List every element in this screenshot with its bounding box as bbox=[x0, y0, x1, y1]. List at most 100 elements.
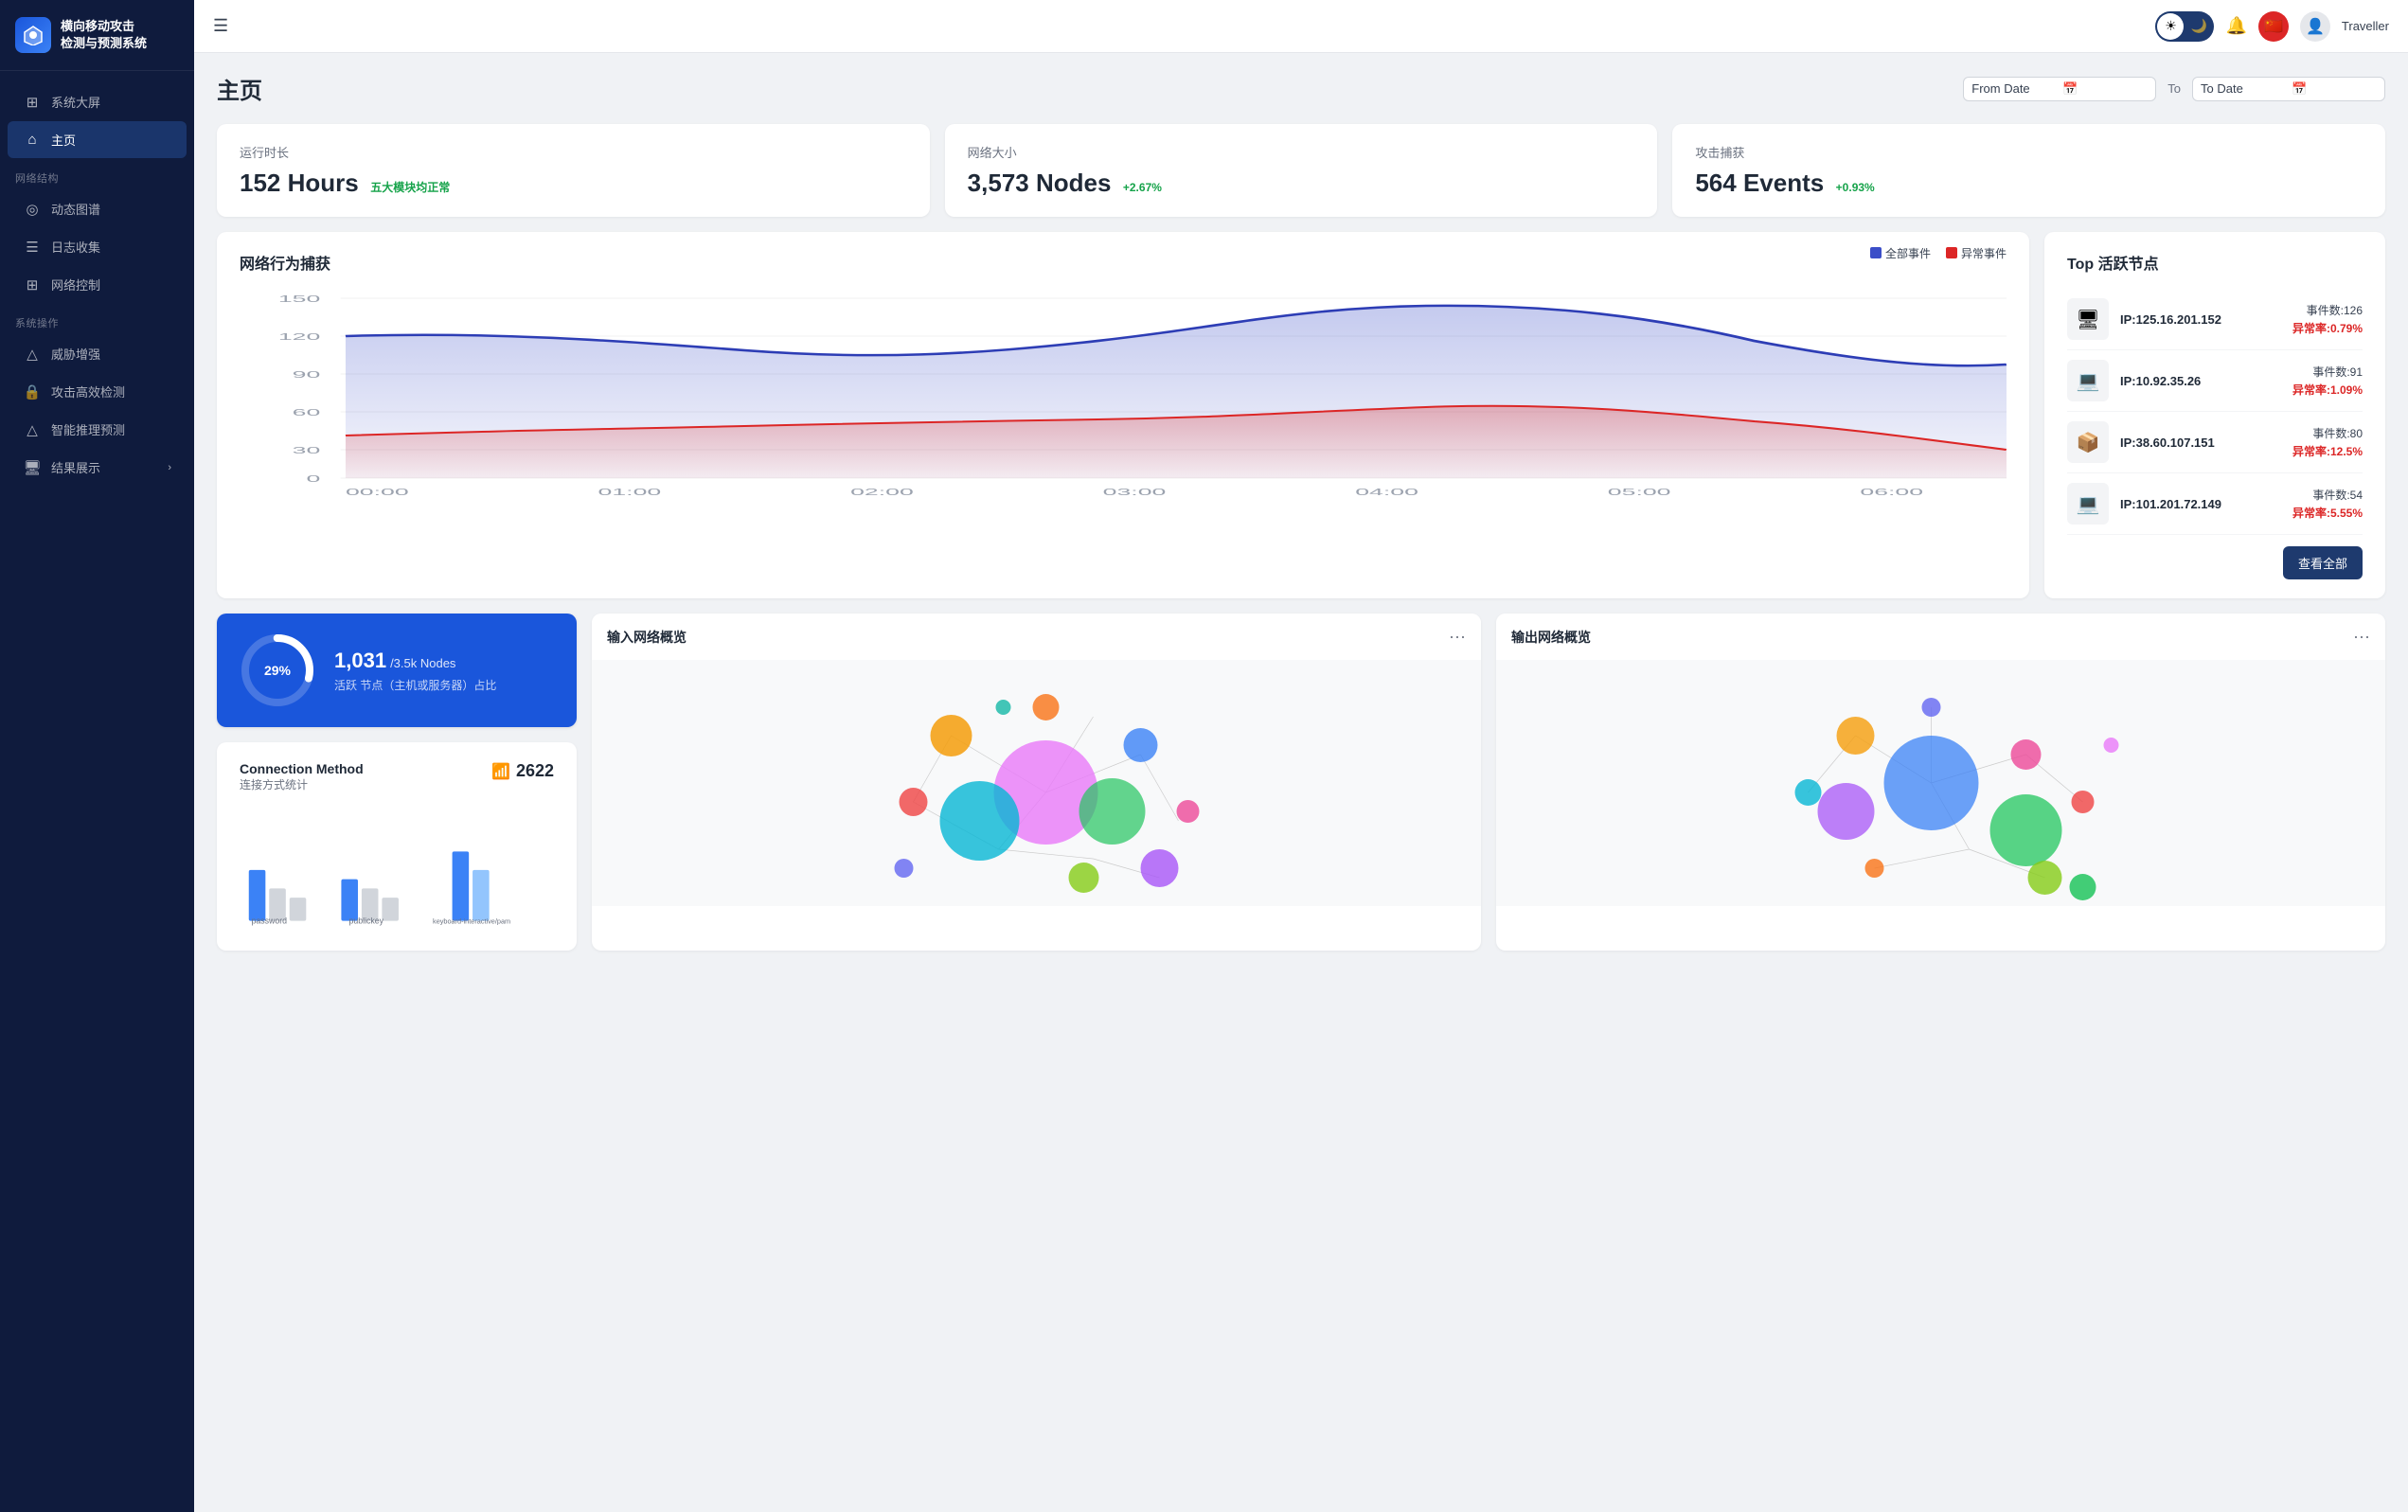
chart-title: 网络行为捕获 bbox=[240, 251, 330, 274]
progress-desc: 活跃 节点（主机或服务器）占比 bbox=[334, 677, 554, 693]
stat-value-attack-capture: 564 Events bbox=[1695, 169, 1824, 197]
connection-count: 2622 bbox=[516, 761, 554, 781]
dashboard-icon: ⊞ bbox=[23, 94, 42, 111]
network-out-svg bbox=[1496, 660, 2385, 906]
sidebar: 横向移动攻击检测与预测系统 ⊞ 系统大屏 ⌂ 主页 网络结构 ◎ 动态图谱 ☰ … bbox=[0, 0, 194, 1512]
legend-dot-anomaly bbox=[1946, 247, 1957, 258]
network-control-icon: ⊞ bbox=[23, 276, 42, 294]
legend-label-all: 全部事件 bbox=[1885, 245, 1931, 261]
node-item-0: 🖥 IP:125.16.201.152 事件数:126 异常率:0.79% bbox=[2067, 289, 2363, 350]
network-in-menu[interactable]: ··· bbox=[1449, 627, 1466, 647]
legend-label-anomaly: 异常事件 bbox=[1961, 245, 2007, 261]
chevron-icon: › bbox=[168, 462, 171, 473]
chart-svg: 150 120 90 60 30 0 00:00 01:00 02:00 03:… bbox=[240, 289, 2007, 497]
sidebar-item-dynamic-graph[interactable]: ◎ 动态图谱 bbox=[8, 190, 187, 227]
svg-text:60: 60 bbox=[293, 408, 321, 418]
node-events-1: 事件数:91 bbox=[2312, 364, 2363, 380]
sidebar-item-dashboard[interactable]: ⊞ 系统大屏 bbox=[8, 83, 187, 120]
avatar[interactable]: 👤 bbox=[2300, 11, 2330, 42]
theme-dark-button[interactable]: 🌙 bbox=[2185, 13, 2212, 40]
svg-text:publickey: publickey bbox=[349, 916, 384, 926]
svg-text:01:00: 01:00 bbox=[598, 488, 662, 497]
node-item-3: 💻 IP:101.201.72.149 事件数:54 异常率:5.55% bbox=[2067, 473, 2363, 535]
node-icon-3: 💻 bbox=[2067, 483, 2109, 525]
bar-password-1 bbox=[249, 870, 266, 921]
svg-text:00:00: 00:00 bbox=[346, 488, 409, 497]
node-ip-2: IP:38.60.107.151 bbox=[2120, 436, 2281, 450]
node-anomaly-0: 异常率:0.79% bbox=[2292, 320, 2363, 336]
stats-row: 运行时长 152 Hours 五大模块均正常 网络大小 3,573 Nodes … bbox=[217, 124, 2385, 217]
chart-area: 150 120 90 60 30 0 00:00 01:00 02:00 03:… bbox=[240, 289, 2007, 497]
network-out-title: 输出网络概览 bbox=[1511, 628, 1591, 647]
page-title: 主页 bbox=[217, 72, 262, 105]
network-out-card: 输出网络概览 ··· bbox=[1496, 614, 2385, 951]
stat-card-runtime: 运行时长 152 Hours 五大模块均正常 bbox=[217, 124, 930, 217]
sidebar-item-attack-detect[interactable]: 🔒 攻击高效检测 bbox=[8, 373, 187, 410]
language-flag[interactable]: 🇨🇳 bbox=[2258, 11, 2289, 42]
home-icon: ⌂ bbox=[23, 132, 42, 148]
log-icon: ☰ bbox=[23, 239, 42, 256]
sidebar-item-log-collection[interactable]: ☰ 日志收集 bbox=[8, 228, 187, 265]
topbar-left: ☰ bbox=[213, 16, 228, 36]
network-out-header: 输出网络概览 ··· bbox=[1496, 614, 2385, 660]
node-events-3: 事件数:54 bbox=[2312, 487, 2363, 503]
username-label[interactable]: Traveller bbox=[2342, 19, 2389, 33]
connection-subtitle: 连接方式统计 bbox=[240, 776, 364, 792]
to-date-picker[interactable]: To Date 📅 bbox=[2192, 77, 2385, 101]
svg-text:30: 30 bbox=[293, 446, 321, 456]
legend-dot-all bbox=[1870, 247, 1882, 258]
topbar: ☰ ☀ 🌙 🔔 🇨🇳 👤 Traveller bbox=[194, 0, 2408, 53]
results-icon: 🖥 bbox=[23, 459, 42, 476]
progress-circle-wrap: 29% bbox=[240, 632, 315, 708]
hamburger-button[interactable]: ☰ bbox=[213, 16, 228, 36]
middle-section: 网络行为捕获 全部事件 异常事件 bbox=[217, 232, 2385, 598]
sidebar-item-results[interactable]: 🖥 结果展示 › bbox=[8, 449, 187, 486]
bar-chart-svg: password publickey keyboard-interactive/… bbox=[240, 804, 554, 927]
sidebar-item-threat[interactable]: △ 威胁增强 bbox=[8, 335, 187, 372]
network-out-viz bbox=[1496, 660, 2385, 906]
notification-bell[interactable]: 🔔 bbox=[2225, 16, 2246, 36]
stat-badge-network-size: +2.67% bbox=[1123, 181, 1162, 194]
node-anomaly-2: 异常率:12.5% bbox=[2292, 443, 2363, 459]
connection-count-wrap: 📶 2622 bbox=[491, 761, 554, 781]
legend-item-all: 全部事件 bbox=[1870, 245, 1931, 261]
progress-percent-label: 29% bbox=[264, 663, 291, 678]
sidebar-item-label: 主页 bbox=[51, 131, 76, 149]
node-stats-0: 事件数:126 异常率:0.79% bbox=[2292, 302, 2363, 336]
sidebar-item-label: 威胁增强 bbox=[51, 345, 100, 363]
bar-chart-area: password publickey keyboard-interactive/… bbox=[240, 804, 554, 932]
sidebar-item-network-control[interactable]: ⊞ 网络控制 bbox=[8, 266, 187, 303]
connection-card: Connection Method 连接方式统计 📶 2622 bbox=[217, 742, 577, 951]
network-in-title: 输入网络概览 bbox=[607, 628, 687, 647]
svg-text:120: 120 bbox=[278, 332, 320, 343]
progress-count: 1,031 bbox=[334, 649, 386, 673]
sidebar-nav: ⊞ 系统大屏 ⌂ 主页 网络结构 ◎ 动态图谱 ☰ 日志收集 ⊞ 网络控制 系统… bbox=[0, 71, 194, 1512]
from-date-picker[interactable]: From Date 📅 bbox=[1963, 77, 2156, 101]
section-label-network: 网络结构 bbox=[0, 159, 194, 189]
node-events-0: 事件数:126 bbox=[2307, 302, 2363, 318]
node-item-2: 📦 IP:38.60.107.151 事件数:80 异常率:12.5% bbox=[2067, 412, 2363, 473]
behavior-chart-card: 网络行为捕获 全部事件 异常事件 bbox=[217, 232, 2029, 598]
sidebar-item-ai-predict[interactable]: △ 智能推理预测 bbox=[8, 411, 187, 448]
svg-text:90: 90 bbox=[293, 370, 321, 381]
sidebar-item-label: 结果展示 bbox=[51, 458, 100, 476]
theme-light-button[interactable]: ☀ bbox=[2157, 13, 2184, 40]
view-all-button[interactable]: 查看全部 bbox=[2283, 546, 2363, 579]
from-date-calendar-icon: 📅 bbox=[2062, 81, 2148, 97]
node-events-2: 事件数:80 bbox=[2312, 425, 2363, 441]
active-nodes-panel: Top 活跃节点 🖥 IP:125.16.201.152 事件数:126 异常率… bbox=[2044, 232, 2385, 598]
network-in-viz bbox=[592, 660, 1481, 906]
network-in-card: 输入网络概览 ··· bbox=[592, 614, 1481, 951]
network-out-menu[interactable]: ··· bbox=[2353, 627, 2370, 647]
node-ip-0: IP:125.16.201.152 bbox=[2120, 312, 2281, 327]
to-date-calendar-icon: 📅 bbox=[2292, 81, 2377, 97]
node-anomaly-3: 异常率:5.55% bbox=[2292, 505, 2363, 521]
legend-item-anomaly: 异常事件 bbox=[1946, 245, 2007, 261]
node-stats-2: 事件数:80 异常率:12.5% bbox=[2292, 425, 2363, 459]
from-date-label: From Date bbox=[1971, 81, 2057, 96]
stat-label-network-size: 网络大小 bbox=[968, 143, 1635, 161]
theme-toggle: ☀ 🌙 bbox=[2155, 11, 2214, 42]
progress-total: /3.5k Nodes bbox=[390, 656, 455, 670]
sidebar-item-home[interactable]: ⌂ 主页 bbox=[8, 121, 187, 158]
svg-text:03:00: 03:00 bbox=[1103, 488, 1167, 497]
